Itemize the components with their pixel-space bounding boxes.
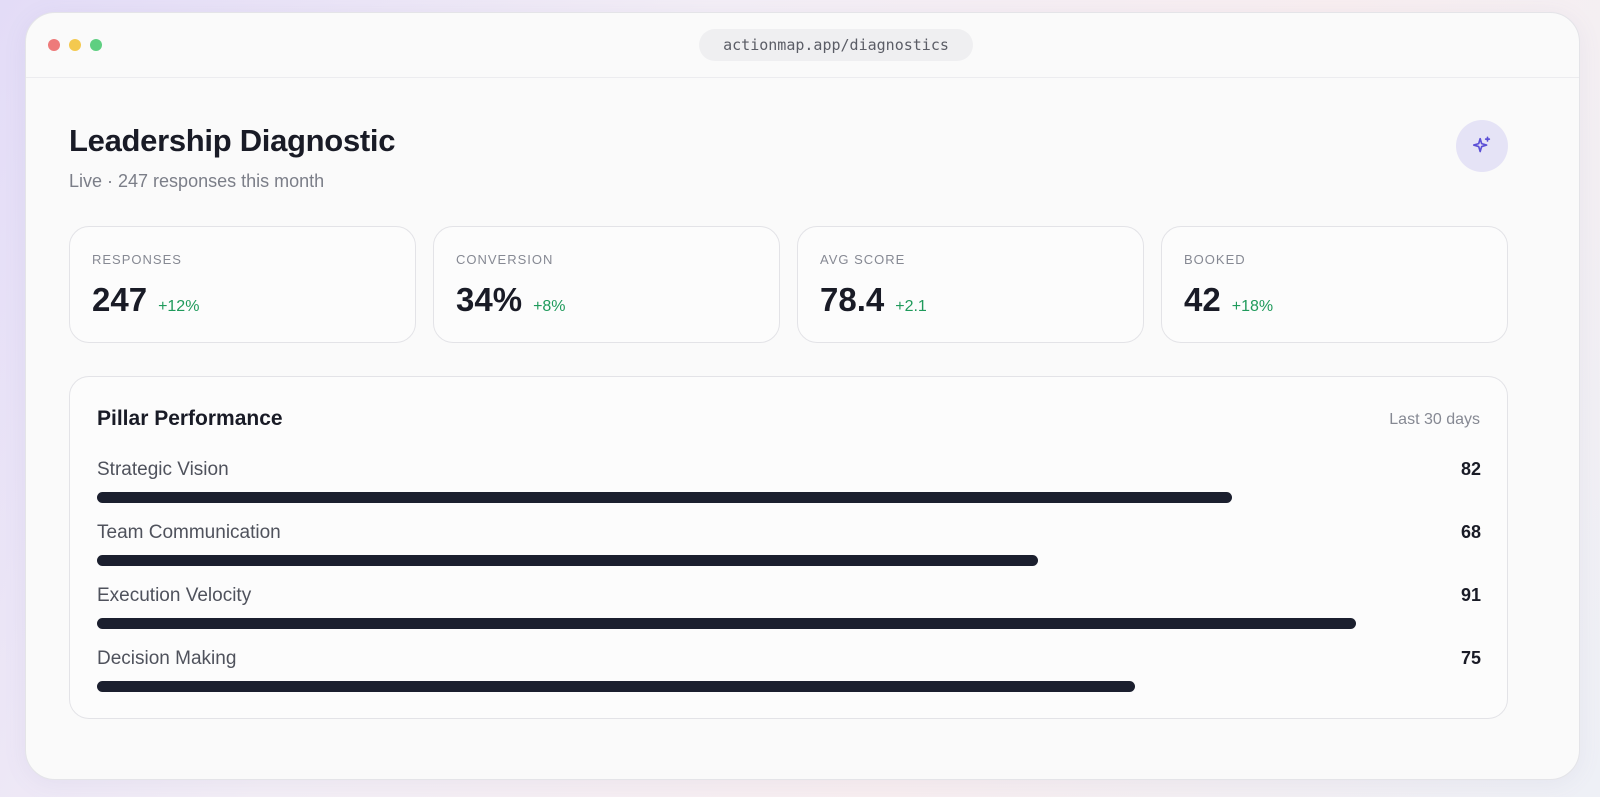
stat-delta: +2.1 [895,298,927,315]
stat-value: 34% [456,281,523,318]
sparkle-icon [1472,136,1491,153]
minimize-window-button[interactable] [69,39,81,51]
stat-card-responses: RESPONSES 247 +12% [69,226,416,343]
pillar-score: 82 [1460,459,1481,479]
stat-value: 78.4 [820,281,885,318]
stat-value: 42 [1184,281,1221,318]
pillar-score: 91 [1460,585,1481,605]
address-bar[interactable]: actionmap.app/diagnostics [699,29,973,61]
pillar-bar-fill [97,618,1357,629]
stat-card-booked: BOOKED 42 +18% [1161,226,1508,343]
pillar-row-execution-velocity: Execution Velocity 91 [97,585,1481,635]
date-range-label: Last 30 days [1389,411,1480,428]
pillar-row-team-communication: Team Communication 68 [97,522,1481,572]
page-subtitle: Live · 247 responses this month [69,171,325,191]
stat-label: RESPONSES [92,252,182,267]
pillar-bar-track [97,555,1481,566]
pillar-score: 75 [1460,648,1481,668]
pillar-row-decision-making: Decision Making 75 [97,648,1481,698]
pillar-bar-track [97,492,1481,503]
pillar-score: 68 [1460,522,1481,542]
pillar-row-strategic-vision: Strategic Vision 82 [97,459,1481,509]
page-title: Leadership Diagnostic [69,123,396,158]
pillar-label: Execution Velocity [97,585,252,606]
pillar-bar-track [97,618,1481,629]
ai-insights-button[interactable] [1456,120,1508,172]
pillar-label: Team Communication [97,522,281,543]
stat-label: BOOKED [1184,252,1246,267]
stat-value: 247 [92,281,148,318]
pillar-bar-fill [97,492,1232,503]
maximize-window-button[interactable] [90,39,102,51]
stat-card-avg-score: AVG SCORE 78.4 +2.1 [797,226,1144,343]
stat-label: AVG SCORE [820,252,906,267]
stat-delta: +12% [158,298,200,315]
pillar-label: Decision Making [97,648,237,669]
stat-card-conversion: CONVERSION 34% +8% [433,226,780,343]
pillar-bar-fill [97,681,1135,692]
title-bar: actionmap.app/diagnostics [26,13,1579,78]
stat-delta: +8% [533,298,566,315]
pillar-bar-fill [97,555,1039,566]
browser-window: actionmap.app/diagnostics Leadership Dia… [25,12,1580,780]
panel-title: Pillar Performance [97,407,283,430]
stat-label: CONVERSION [456,252,554,267]
pillar-bar-track [97,681,1481,692]
pillar-label: Strategic Vision [97,459,229,480]
close-window-button[interactable] [48,39,60,51]
stat-delta: +18% [1231,298,1274,315]
pillar-performance-panel: Pillar Performance Last 30 days Strategi… [69,376,1508,719]
